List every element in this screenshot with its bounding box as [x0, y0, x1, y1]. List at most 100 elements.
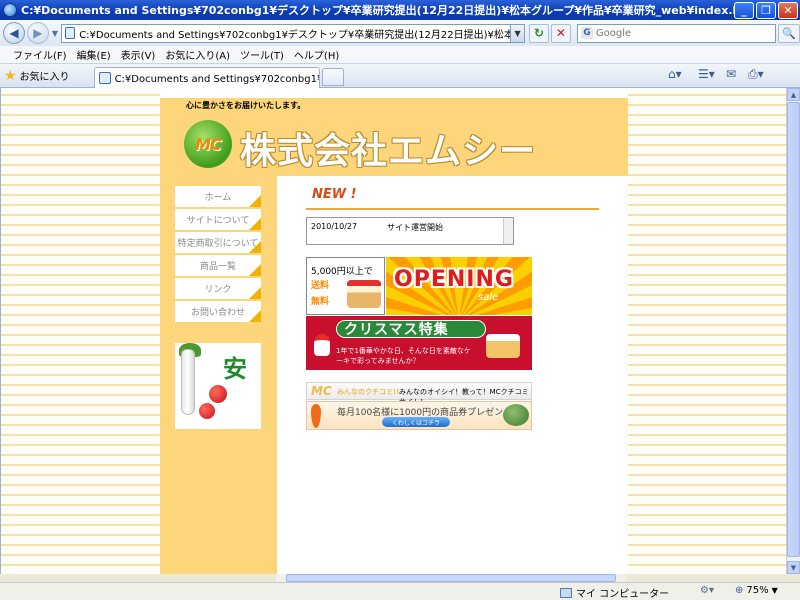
address-dropdown-button[interactable]: ▼ — [511, 23, 526, 43]
nav-legal[interactable]: 特定商取引について — [175, 232, 261, 253]
kuchikomi-title: みんなのクチコミ!! — [337, 388, 400, 396]
minimize-button[interactable]: _ — [734, 2, 754, 19]
zoom-level: 75% — [746, 585, 769, 596]
news-box: 2010/10/27 サイト運営開始 — [306, 217, 514, 245]
star-icon: ★ — [4, 67, 17, 84]
nav-products[interactable]: 商品一覧 — [175, 255, 261, 276]
christmas-banner[interactable]: クリスマス特集 1年で1番華やかな日、そんな日を素敵なケーキで彩ってみませんか？ — [306, 316, 532, 370]
search-box[interactable]: G — [576, 23, 777, 43]
vertical-scrollbar[interactable]: ▲ ▼ — [786, 88, 800, 574]
main-content: NEW ! 2010/10/27 サイト運営開始 5,000円以上で 送料 無料… — [277, 176, 628, 574]
carrot-icon — [311, 404, 321, 428]
ad-kanji: 安 — [223, 355, 247, 383]
christmas-cake-icon — [486, 334, 520, 358]
kuchikomi-banner[interactable]: MC みんなのクチコミ!! みんなのオイシイ！教って！MCクチコミサイト！ — [306, 382, 532, 406]
address-text: C:¥Documents and Settings¥702conbg1¥デスクト… — [79, 29, 510, 41]
news-text: サイト運営開始 — [387, 223, 443, 232]
company-name: 株式会社エムシー — [240, 130, 537, 172]
details-button[interactable]: くわしくはコチラ — [382, 417, 450, 427]
news-heading: NEW ! — [312, 187, 357, 202]
hscroll-thumb[interactable] — [286, 574, 616, 582]
scroll-down-icon[interactable]: ▼ — [787, 561, 800, 574]
search-input[interactable] — [595, 27, 772, 39]
tab-title: C:¥Documents and Settings¥702conbg1¥デスクト… — [114, 74, 319, 85]
scroll-up-icon[interactable]: ▲ — [787, 88, 800, 101]
status-bar: マイ コンピューター ⚙▾ ⊕ 75% ▼ — [0, 582, 800, 600]
new-tab-button[interactable] — [321, 68, 344, 86]
close-button[interactable]: ✕ — [778, 2, 798, 19]
logo-text: MC — [195, 134, 222, 154]
page-viewport: 心に豊かさをお届けいたします。 MC 株式会社エムシー ホーム サイトについて … — [0, 88, 786, 574]
title-bar: C:¥Documents and Settings¥702conbg1¥デスクト… — [0, 0, 800, 20]
daikon-icon — [181, 349, 195, 415]
site-tagline: 心に豊かさをお届けいたします。 — [186, 101, 306, 110]
sale-text: sale — [478, 292, 499, 303]
cake-icon — [347, 280, 381, 308]
christmas-title: クリスマス特集 — [344, 322, 449, 338]
tab-page-icon — [98, 71, 111, 84]
home-icon[interactable]: ⌂▾ — [668, 67, 682, 81]
safe-vegetable-ad[interactable]: 安 — [175, 343, 261, 429]
horizontal-scrollbar[interactable] — [276, 574, 626, 582]
history-dropdown-icon[interactable]: ▼ — [52, 29, 58, 38]
nav-contact[interactable]: お問い合わせ — [175, 301, 261, 322]
opening-text: OPENING — [394, 267, 514, 292]
site-header: 心に豊かさをお届けいたします。 MC 株式会社エムシー — [160, 98, 628, 176]
menu-tools[interactable]: ツール(T) — [235, 47, 289, 62]
forward-button[interactable]: ▶ — [26, 22, 49, 44]
mascot-icon — [503, 404, 529, 426]
tomato-icon — [199, 403, 215, 419]
shipping-line1: 5,000円以上で — [311, 267, 373, 277]
protected-mode-icon[interactable]: ⚙▾ — [700, 585, 714, 596]
news-scrollbar[interactable] — [503, 218, 513, 244]
zone-label: マイ コンピューター — [576, 589, 670, 600]
menu-help[interactable]: ヘルプ(H) — [289, 47, 344, 62]
google-icon: G — [580, 27, 593, 39]
active-tab[interactable]: C:¥Documents and Settings¥702conbg1¥デスクト… — [93, 66, 320, 88]
maximize-button[interactable]: ❐ — [756, 2, 776, 19]
news-date: 2010/10/27 — [311, 222, 358, 231]
favorites-button[interactable]: ★ お気に入り — [4, 68, 70, 84]
menu-edit[interactable]: 編集(E) — [72, 47, 116, 62]
opening-sale-banner[interactable]: OPENING sale — [386, 257, 532, 315]
nav-home[interactable]: ホーム — [175, 186, 261, 207]
ie-logo-icon — [3, 3, 17, 17]
search-button[interactable]: 🔍 — [778, 23, 800, 43]
zoom-control[interactable]: ⊕ 75% ▼ — [735, 585, 778, 596]
mc-logo[interactable]: MC — [184, 120, 232, 168]
back-button[interactable]: ◀ — [3, 22, 25, 44]
nav-about[interactable]: サイトについて — [175, 209, 261, 230]
kuchikomi-logo: MC — [311, 384, 332, 398]
refresh-button[interactable]: ↻ — [529, 23, 549, 43]
tab-bar: ★ お気に入り C:¥Documents and Settings¥702con… — [0, 64, 800, 88]
zoom-dropdown-icon: ▼ — [771, 586, 778, 595]
mail-icon[interactable]: ✉ — [726, 67, 736, 81]
menu-favorites[interactable]: お気に入り(A) — [160, 47, 235, 62]
shipping-line3: 無料 — [311, 297, 330, 307]
side-nav: ホーム サイトについて 特定商取引について 商品一覧 リンク お問い合わせ — [175, 186, 261, 324]
feeds-icon[interactable]: ☰▾ — [698, 67, 715, 81]
favorites-label: お気に入り — [19, 72, 70, 83]
present-banner[interactable]: 毎月100名様に1000円の商品券プレゼント！ くわしくはコチラ — [306, 401, 532, 430]
site-container: 心に豊かさをお届けいたします。 MC 株式会社エムシー ホーム サイトについて … — [160, 88, 628, 574]
scroll-thumb[interactable] — [787, 102, 800, 557]
menu-bar: ファイル(F) 編集(E) 表示(V) お気に入り(A) ツール(T) ヘルプ(… — [0, 46, 800, 64]
santa-icon — [314, 334, 330, 356]
free-shipping-banner[interactable]: 5,000円以上で 送料 無料 — [306, 257, 385, 315]
page-icon — [65, 27, 76, 39]
security-zone: マイ コンピューター — [560, 585, 669, 600]
stop-button[interactable]: ✕ — [551, 23, 571, 43]
menu-file[interactable]: ファイル(F) — [8, 47, 72, 62]
shipping-line2: 送料 — [311, 281, 330, 291]
address-input[interactable]: C:¥Documents and Settings¥702conbg1¥デスクト… — [61, 23, 512, 43]
computer-icon — [560, 587, 572, 598]
tomato-icon — [209, 385, 227, 403]
nav-links[interactable]: リンク — [175, 278, 261, 299]
window-title: C:¥Documents and Settings¥702conbg1¥デスクト… — [21, 4, 745, 17]
sidebar: ホーム サイトについて 特定商取引について 商品一覧 リンク お問い合わせ 安 — [160, 176, 277, 574]
address-toolbar: ◀ ▶ ▼ C:¥Documents and Settings¥702conbg… — [0, 20, 800, 46]
magnifier-icon: ⊕ — [735, 585, 744, 596]
print-icon[interactable]: ⎙▾ — [748, 67, 764, 82]
christmas-subtitle: 1年で1番華やかな日、そんな日を素敵なケーキで彩ってみませんか？ — [336, 347, 471, 365]
menu-view[interactable]: 表示(V) — [116, 47, 161, 62]
